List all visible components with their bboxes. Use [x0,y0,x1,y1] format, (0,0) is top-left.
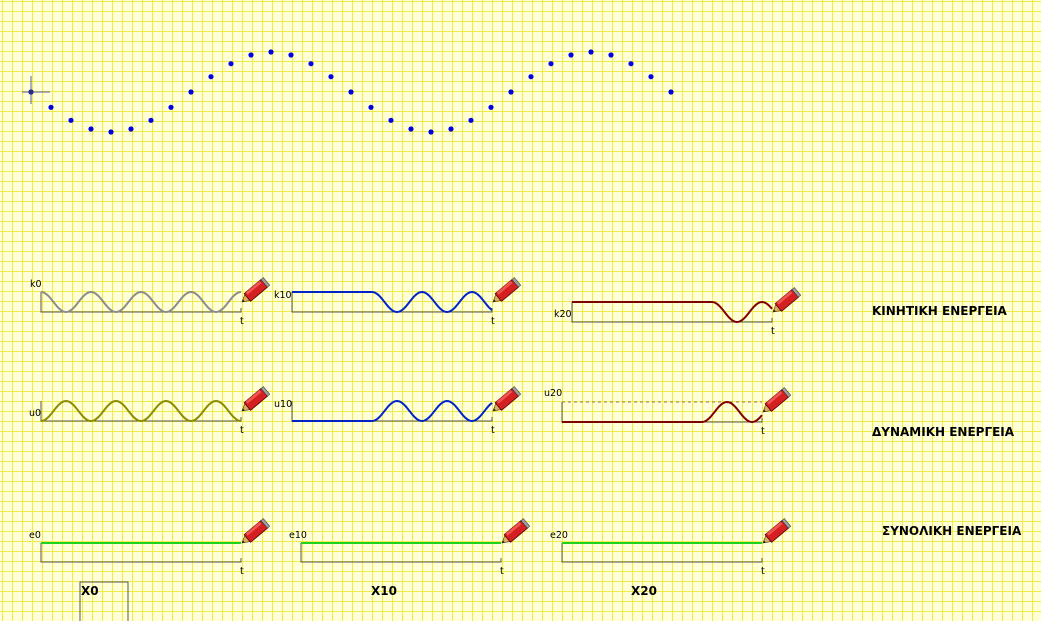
wave-particle [648,74,654,80]
graph-label-u20: u20 [544,388,562,399]
energy-graph-e10: e10 t [289,518,531,577]
wave-particle [528,74,534,80]
energy-curve [40,290,242,314]
column-title-x0: X0 [81,584,99,598]
wave-particle [368,104,374,110]
energy-graph-u10: u10 t [274,386,522,436]
wave-particle [468,117,474,123]
wave-particle [148,117,154,123]
wave-particle [248,52,254,58]
wave-particle [508,89,514,95]
column-title-x10: X10 [371,584,397,598]
wave-particle [388,117,394,123]
wave-particle [608,52,614,58]
wave-particle [108,129,114,135]
wave-particle [548,61,554,67]
graph-axes [40,543,242,563]
energy-curve [292,290,493,314]
graph-label-e10: e10 [289,530,307,541]
time-axis-label: t [761,426,765,437]
energy-graph-e20: e20 t [550,518,792,577]
time-axis-label: t [761,566,765,577]
energy-graph-e0: e0 t [29,518,271,577]
energy-curve [292,399,493,423]
wave-particle [488,104,494,110]
energy-curve [40,399,242,423]
energy-curve [572,300,773,324]
time-axis-label: t [491,316,495,327]
energy-graph-k20: k20 t [554,287,802,337]
column-title-x20: X20 [631,584,657,598]
wave-particle [628,61,634,67]
time-axis-label: t [491,425,495,436]
pencil-icon[interactable] [239,277,271,306]
pencil-icon[interactable] [490,277,522,306]
energy-graph-k10: k10 t [274,277,522,327]
wave-particle [68,117,74,123]
wave-particle [168,104,174,110]
wave-particle [308,61,314,67]
wave-particle [228,61,234,67]
graph-label-u10: u10 [274,399,292,410]
wave-particle [48,104,54,110]
wave-particle [408,126,414,132]
pencil-icon[interactable] [490,386,522,415]
graph-label-k20: k20 [554,309,572,320]
graph-label-u0: u0 [29,408,41,419]
pencil-icon[interactable] [239,518,271,547]
graph-label-k0: k0 [30,279,42,290]
graph-axes [561,543,763,563]
crosshair-icon[interactable] [22,76,50,104]
potential-energy-title: ΔΥΝΑΜΙΚΗ ΕΝΕΡΓΕΙΑ [872,425,1015,439]
energy-graph-u0: u0 t [29,386,271,436]
energy-curve [562,400,763,424]
pencil-icon[interactable] [760,387,792,416]
wave-particle [448,126,454,132]
total-energy-title: ΣΥΝΟΛΙΚΗ ΕΝΕΡΓΕΙΑ [882,524,1022,538]
energy-graph-k0: k0 t [30,277,271,327]
time-axis-label: t [500,566,504,577]
wave-particle [428,129,434,135]
wave-particle [568,52,574,58]
wave-particle [208,74,214,80]
time-axis-label: t [240,425,244,436]
graph-label-e0: e0 [29,530,41,541]
wave-particle [328,74,334,80]
particle-wave [28,49,674,135]
graph-label-e20: e20 [550,530,568,541]
graph-label-k10: k10 [274,290,292,301]
graph-axes [300,543,502,563]
wave-particle [88,126,94,132]
wave-particle [288,52,294,58]
wave-particle [268,49,274,55]
time-axis-label: t [240,566,244,577]
kinetic-energy-title: ΚΙΝΗΤΙΚΗ ΕΝΕΡΓΕΙΑ [872,304,1008,318]
time-axis-label: t [240,316,244,327]
wave-particle [348,89,354,95]
wave-particle [668,89,674,95]
wave-particle [188,89,194,95]
time-axis-label: t [771,326,775,337]
pencil-icon[interactable] [239,386,271,415]
wave-particle [588,49,594,55]
energy-graphs: k0 t k10 t k20 t u0 t u10 t u20 t e0 t e10 t e20 t [29,277,802,577]
energy-graph-u20: u20 t [544,387,792,437]
pencil-icon[interactable] [499,518,531,547]
pencil-icon[interactable] [760,518,792,547]
simulation-canvas: k0 t k10 t k20 t u0 t u10 t u20 t e0 t e10 t e20 t ΚΙΝΗΤΙ… [22,49,1022,621]
wave-particle [128,126,134,132]
pencil-icon[interactable] [770,287,802,316]
